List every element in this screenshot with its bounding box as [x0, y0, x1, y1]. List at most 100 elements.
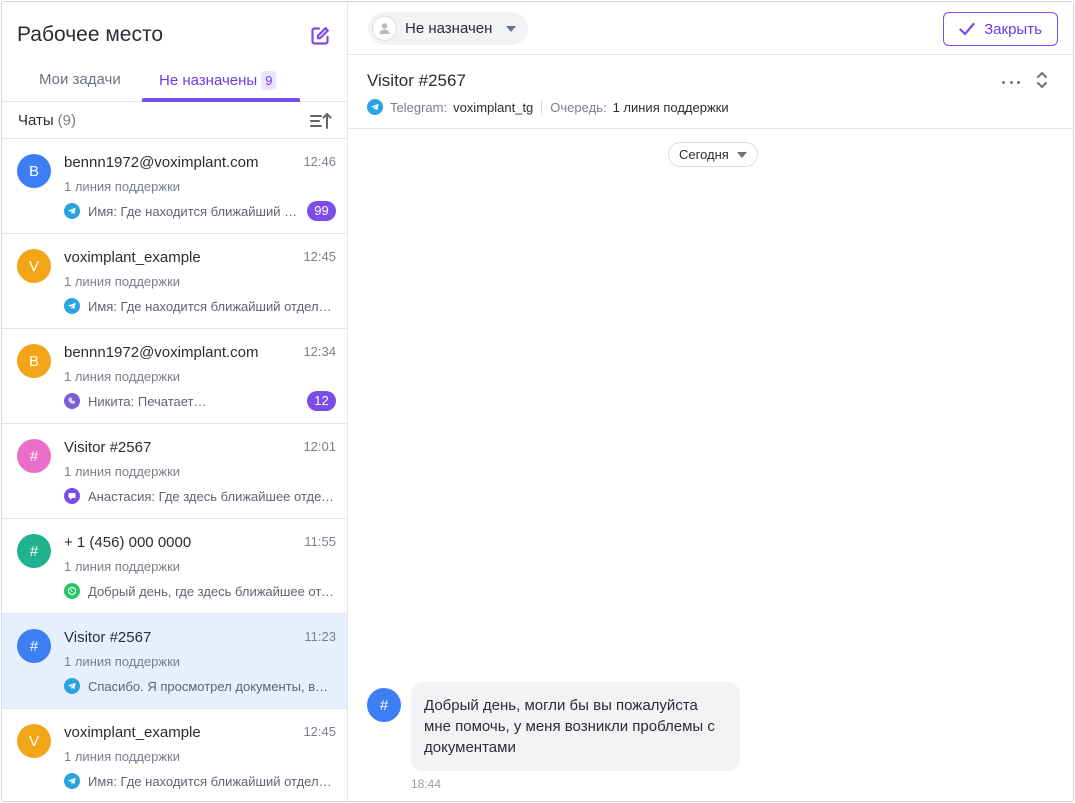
- assignee-avatar: [372, 16, 397, 41]
- chat-queue: 1 линия поддержки: [64, 464, 181, 479]
- message-avatar: #: [367, 688, 401, 722]
- chat-list-item[interactable]: Vvoximplant_example 12:45 1 линия поддержк…: [2, 709, 347, 801]
- edit-icon: [311, 27, 329, 45]
- chat-preview-text: Имя: Где находится ближайший отделение: [88, 773, 334, 789]
- conversation-meta: Telegram: voximplant_tg Очередь: 1 линия…: [367, 99, 729, 115]
- telegram-icon: [64, 298, 80, 314]
- chat-avatar: V: [17, 249, 51, 283]
- chat-name: bennn1972@voximplant.com: [64, 154, 259, 171]
- channel-value: voximplant_tg: [453, 99, 534, 115]
- unread-badge: 12: [307, 391, 336, 411]
- chat-preview: Спасибо. Я просмотрел документы, всё хор…: [64, 677, 334, 695]
- viber-icon: [64, 393, 80, 409]
- message-time: 18:44: [411, 777, 442, 791]
- chat-name: Visitor #2567: [64, 629, 152, 646]
- chat-preview-text: Никита: Печатает…: [88, 393, 207, 409]
- chats-label: Чаты: [18, 112, 54, 129]
- chat-time: 12:34: [303, 344, 336, 359]
- chat-preview-text: Спасибо. Я просмотрел документы, всё хор…: [88, 678, 334, 694]
- close-chat-label: Закрыть: [984, 20, 1042, 38]
- unread-badge: 99: [307, 201, 336, 221]
- chat-name: + 1 (456) 000 0000: [64, 534, 192, 551]
- tab-my-tasks-label: Мои задачи: [39, 71, 121, 88]
- check-icon: [959, 22, 975, 36]
- chat-preview: Анастасия: Где здесь ближайшее отделение: [64, 487, 334, 505]
- conversation-toolbar: Не назначен Закрыть: [348, 2, 1073, 55]
- telegram-icon: [64, 203, 80, 219]
- tab-unassigned[interactable]: Не назначены 9: [159, 71, 277, 90]
- chats-count: (9): [57, 112, 77, 129]
- chat-name: voximplant_example: [64, 724, 201, 741]
- chat-name: Visitor #2567: [64, 439, 152, 456]
- chat-avatar: B: [17, 344, 51, 378]
- chat-list-item[interactable]: # Visitor #2567 12:01 1 линия поддержки Анас…: [2, 424, 347, 519]
- more-options-button[interactable]: [999, 75, 1023, 89]
- caret-down-icon: [736, 151, 747, 158]
- expand-button[interactable]: [1034, 69, 1050, 91]
- chat-preview: Имя: Где находится ближайший отдел...: [64, 202, 304, 220]
- dot-icon: [1002, 80, 1005, 84]
- chat-list-item[interactable]: Bbennn1972@voximplant.com 12:46 1 линия по…: [2, 139, 347, 234]
- workspace-title: Рабочее место: [17, 23, 164, 46]
- sort-button[interactable]: [309, 110, 333, 132]
- chat-queue: 1 линия поддержки: [64, 179, 181, 194]
- dot-icon: [1009, 80, 1013, 84]
- telegram-icon: [64, 678, 80, 694]
- channel-key: Telegram:: [390, 99, 448, 115]
- chat-name: bennn1972@voximplant.com: [64, 344, 259, 361]
- chat-avatar: #: [17, 629, 51, 663]
- whatsapp-icon: [64, 583, 80, 599]
- chat-preview-text: Имя: Где находится ближайший отделение: [88, 298, 334, 314]
- app-window: Рабочее место Мои задачи Не назначены 9 Ч…: [1, 1, 1074, 802]
- chat-queue: 1 линия поддержки: [64, 274, 181, 289]
- webchat-icon: [64, 488, 80, 504]
- message-bubble: Добрый день, могли бы вы пожалуйста мне …: [411, 682, 740, 771]
- conversation-info: Visitor #2567 Telegram: voximplant_tg Оч…: [348, 55, 1073, 129]
- queue-value: 1 линия поддержки: [612, 99, 729, 115]
- user-icon: [379, 23, 390, 34]
- chat-preview-text: Анастасия: Где здесь ближайшее отделение: [88, 488, 334, 504]
- chats-heading: Чаты (9): [18, 112, 76, 129]
- tab-unassigned-count: 9: [261, 71, 277, 90]
- chat-queue: 1 линия поддержки: [64, 749, 181, 764]
- chat-avatar: V: [17, 724, 51, 758]
- chat-time: 11:23: [304, 629, 336, 644]
- chat-avatar: #: [17, 534, 51, 568]
- chat-list-item[interactable]: # + 1 (456) 000 0000 11:55 1 линия поддержк…: [2, 519, 347, 614]
- sidebar: Рабочее место Мои задачи Не назначены 9 Ч…: [2, 2, 348, 801]
- telegram-icon: [64, 773, 80, 789]
- chat-time: 12:01: [303, 439, 336, 454]
- sidebar-header: Рабочее место Мои задачи Не назначены 9: [2, 2, 347, 102]
- date-filter-dropdown[interactable]: Сегодня: [668, 142, 758, 167]
- tab-unassigned-label: Не назначены: [159, 72, 258, 89]
- chat-avatar: B: [17, 154, 51, 188]
- close-chat-button[interactable]: Закрыть: [943, 12, 1058, 46]
- chat-list: Bbennn1972@voximplant.com 12:46 1 линия по…: [2, 139, 347, 801]
- chat-time: 11:55: [304, 534, 336, 549]
- chats-header: Чаты (9): [2, 102, 347, 139]
- chat-name: voximplant_example: [64, 249, 201, 266]
- chat-list-item[interactable]: Vvoximplant_example 12:45 1 линия поддержк…: [2, 234, 347, 329]
- chat-list-item[interactable]: Bbennn1972@voximplant.com 12:34 1 линия по…: [2, 329, 347, 424]
- compose-button[interactable]: [308, 24, 332, 48]
- conversation-title: Visitor #2567: [367, 71, 466, 90]
- assignee-dropdown[interactable]: Не назначен: [368, 12, 529, 45]
- chat-queue: 1 линия поддержки: [64, 559, 181, 574]
- expand-vertical-icon: [1037, 72, 1047, 88]
- date-filter-label: Сегодня: [679, 147, 729, 162]
- chat-time: 12:45: [303, 249, 336, 264]
- chat-time: 12:46: [303, 154, 336, 169]
- telegram-icon: [367, 99, 383, 115]
- chat-queue: 1 линия поддержки: [64, 654, 181, 669]
- sort-icon: [310, 112, 332, 129]
- chat-list-item[interactable]: # Visitor #2567 11:23 1 линия поддержки Спас…: [2, 614, 347, 709]
- chat-preview: Никита: Печатает…: [64, 392, 304, 410]
- queue-key: Очередь:: [550, 99, 607, 115]
- conversation-panel: Не назначен Закрыть Visitor #2567 Telegr…: [348, 2, 1073, 801]
- chat-preview: Имя: Где находится ближайший отделение: [64, 297, 334, 315]
- meta-divider: [541, 100, 543, 114]
- dot-icon: [1017, 80, 1020, 84]
- chat-preview: Добрый день, где здесь ближайшее отделен…: [64, 582, 334, 600]
- chat-avatar: #: [17, 439, 51, 473]
- tab-my-tasks[interactable]: Мои задачи: [39, 71, 121, 88]
